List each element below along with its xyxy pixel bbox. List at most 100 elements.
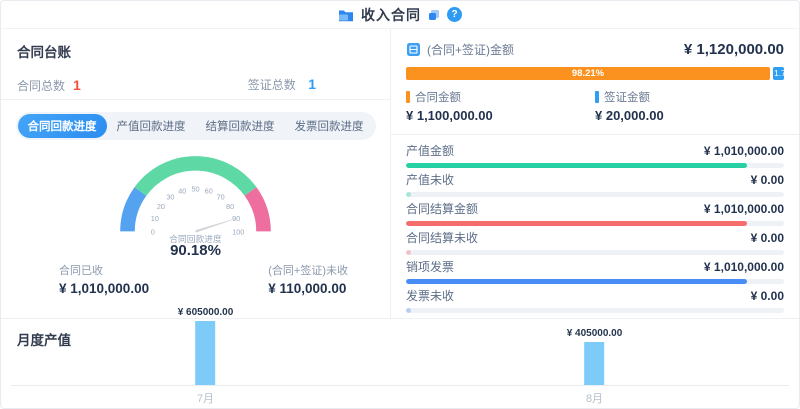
visa-bar-segment: 1.79% bbox=[773, 67, 784, 80]
legend-item-1: 签证金额 ¥ 20,000.00 bbox=[595, 89, 784, 123]
row-value: ¥ 1,010,000.00 bbox=[704, 260, 784, 275]
progress-track bbox=[406, 250, 784, 255]
progress-track bbox=[406, 192, 784, 197]
copy-icon[interactable] bbox=[428, 9, 440, 21]
gauge-tick: 70 bbox=[217, 193, 225, 202]
x-axis-line bbox=[11, 385, 789, 386]
progress-fill bbox=[406, 221, 747, 226]
page-header: 收入合同 ? bbox=[1, 1, 799, 29]
legend-label: 合同金额 bbox=[415, 89, 461, 105]
folder-icon bbox=[338, 8, 354, 22]
gauge-tick: 20 bbox=[157, 202, 165, 211]
bar-month-label: 7月 bbox=[197, 390, 214, 406]
row-value: ¥ 1,010,000.00 bbox=[704, 202, 784, 217]
legend-value: ¥ 1,100,000.00 bbox=[406, 108, 595, 123]
gauge-tick: 0 bbox=[151, 227, 155, 236]
gauge-tick: 30 bbox=[166, 193, 174, 202]
summary-row-0: 产值金额 ¥ 1,010,000.00 bbox=[406, 144, 784, 168]
gauge-arc bbox=[251, 191, 264, 231]
contract-ledger-panel: 合同台账 合同总数 1 签证总数 1 合同回款进度产值回款进度结算回款进度发票回… bbox=[1, 29, 391, 318]
gauge-arc bbox=[127, 191, 140, 231]
legend-item-0: 合同金额 ¥ 1,100,000.00 bbox=[406, 89, 595, 123]
ledger-title: 合同台账 bbox=[17, 41, 374, 61]
row-label: 销项发票 bbox=[406, 260, 454, 275]
summary-row-2: 合同结算金额 ¥ 1,010,000.00 bbox=[406, 202, 784, 226]
tab-0[interactable]: 合同回款进度 bbox=[18, 114, 107, 138]
summary-header-row: (合同+签证)金额 ¥ 1,120,000.00 bbox=[406, 41, 784, 58]
visa-total-group: 签证总数 1 bbox=[248, 76, 374, 94]
gauge-tick: 100 bbox=[232, 227, 244, 236]
summary-row-4: 销项发票 ¥ 1,010,000.00 bbox=[406, 260, 784, 284]
progress-track bbox=[406, 221, 784, 226]
monthly-bar[interactable] bbox=[196, 321, 216, 385]
contract-visa-stacked-bar: 98.21% 1.79% bbox=[406, 67, 784, 80]
unreceived-amount: (合同+签证)未收 ¥ 110,000.00 bbox=[268, 262, 348, 296]
legend-marker bbox=[406, 91, 410, 103]
monthly-chart: ¥ 605000.007月¥ 405000.008月 bbox=[11, 347, 789, 406]
row-label: 发票未收 bbox=[406, 289, 454, 304]
tab-3[interactable]: 发票回款进度 bbox=[285, 114, 374, 138]
row-value: ¥ 0.00 bbox=[751, 173, 784, 188]
bar-month-label: 8月 bbox=[586, 390, 603, 406]
help-icon[interactable]: ? bbox=[447, 7, 462, 22]
bar-legend: 合同金额 ¥ 1,100,000.00 签证金额 ¥ 20,000.00 bbox=[406, 89, 784, 123]
progress-fill bbox=[406, 250, 411, 255]
received-amount: 合同已收 ¥ 1,010,000.00 bbox=[59, 262, 149, 296]
row-value: ¥ 0.00 bbox=[751, 231, 784, 246]
income-contract-dashboard: 收入合同 ? 合同台账 合同总数 1 签证总数 1 合同回款进度产值回款进度结算… bbox=[0, 0, 800, 409]
bar-group-1: ¥ 405000.008月 bbox=[567, 328, 623, 385]
gauge-tick: 50 bbox=[191, 185, 199, 194]
legend-value: ¥ 20,000.00 bbox=[595, 108, 784, 123]
unreceived-label: (合同+签证)未收 bbox=[268, 262, 348, 278]
progress-track bbox=[406, 308, 784, 313]
main-panels: 合同台账 合同总数 1 签证总数 1 合同回款进度产值回款进度结算回款进度发票回… bbox=[1, 29, 799, 319]
progress-fill bbox=[406, 163, 747, 168]
received-label: 合同已收 bbox=[59, 262, 149, 278]
page-title: 收入合同 bbox=[361, 5, 421, 25]
progress-fill bbox=[406, 279, 747, 284]
gauge-tick: 40 bbox=[178, 187, 186, 196]
contract-total-label: 合同总数 bbox=[17, 77, 65, 94]
row-label: 合同结算未收 bbox=[406, 231, 478, 246]
summary-title: (合同+签证)金额 bbox=[427, 41, 514, 58]
gauge-tick: 10 bbox=[151, 214, 159, 223]
gauge-tick: 80 bbox=[226, 202, 234, 211]
divider bbox=[391, 134, 799, 135]
bar-group-0: ¥ 605000.007月 bbox=[178, 307, 234, 385]
ledger-totals-section: 合同台账 合同总数 1 签证总数 1 bbox=[1, 29, 390, 100]
gauge-chart: 0102030405060708090100合同回款进度 90.18% bbox=[1, 142, 390, 259]
progress-track bbox=[406, 279, 784, 284]
monthly-bar[interactable] bbox=[585, 342, 605, 385]
legend-label: 签证金额 bbox=[604, 89, 650, 105]
summary-row-5: 发票未收 ¥ 0.00 bbox=[406, 289, 784, 313]
row-label: 合同结算金额 bbox=[406, 202, 478, 217]
monthly-output-section: 月度产值 ¥ 605000.007月¥ 405000.008月 bbox=[1, 319, 799, 408]
row-value: ¥ 1,010,000.00 bbox=[704, 144, 784, 159]
tab-2[interactable]: 结算回款进度 bbox=[196, 114, 285, 138]
progress-track bbox=[406, 163, 784, 168]
gauge-tick: 60 bbox=[205, 187, 213, 196]
row-label: 产值金额 bbox=[406, 144, 454, 159]
monthly-title: 月度产值 bbox=[17, 329, 783, 349]
progress-tabs: 合同回款进度产值回款进度结算回款进度发票回款进度 bbox=[16, 112, 376, 140]
summary-row-1: 产值未收 ¥ 0.00 bbox=[406, 173, 784, 197]
received-value: ¥ 1,010,000.00 bbox=[59, 281, 149, 296]
contract-total-count: 1 bbox=[73, 77, 81, 93]
row-label: 产值未收 bbox=[406, 173, 454, 188]
gauge-value: 90.18% bbox=[1, 242, 390, 259]
row-value: ¥ 0.00 bbox=[751, 289, 784, 304]
bar-value-label: ¥ 405000.00 bbox=[567, 328, 623, 339]
progress-fill bbox=[406, 192, 411, 197]
summary-rows: 产值金额 ¥ 1,010,000.00 产值未收 ¥ 0.00 合同结算金额 ¥ 1,01… bbox=[406, 144, 784, 313]
gauge-svg: 0102030405060708090100合同回款进度 bbox=[98, 142, 293, 245]
amount-summary-panel: (合同+签证)金额 ¥ 1,120,000.00 98.21% 1.79% 合同… bbox=[391, 29, 799, 318]
table-icon bbox=[406, 42, 421, 57]
legend-marker bbox=[595, 91, 599, 103]
summary-total: ¥ 1,120,000.00 bbox=[684, 41, 784, 58]
progress-fill bbox=[406, 308, 411, 313]
visa-total-count: 1 bbox=[308, 76, 316, 92]
tab-1[interactable]: 产值回款进度 bbox=[107, 114, 196, 138]
totals-row: 合同总数 1 签证总数 1 bbox=[17, 76, 374, 94]
summary-row-3: 合同结算未收 ¥ 0.00 bbox=[406, 231, 784, 255]
gauge-amounts-row: 合同已收 ¥ 1,010,000.00 (合同+签证)未收 ¥ 110,000.… bbox=[1, 262, 390, 296]
